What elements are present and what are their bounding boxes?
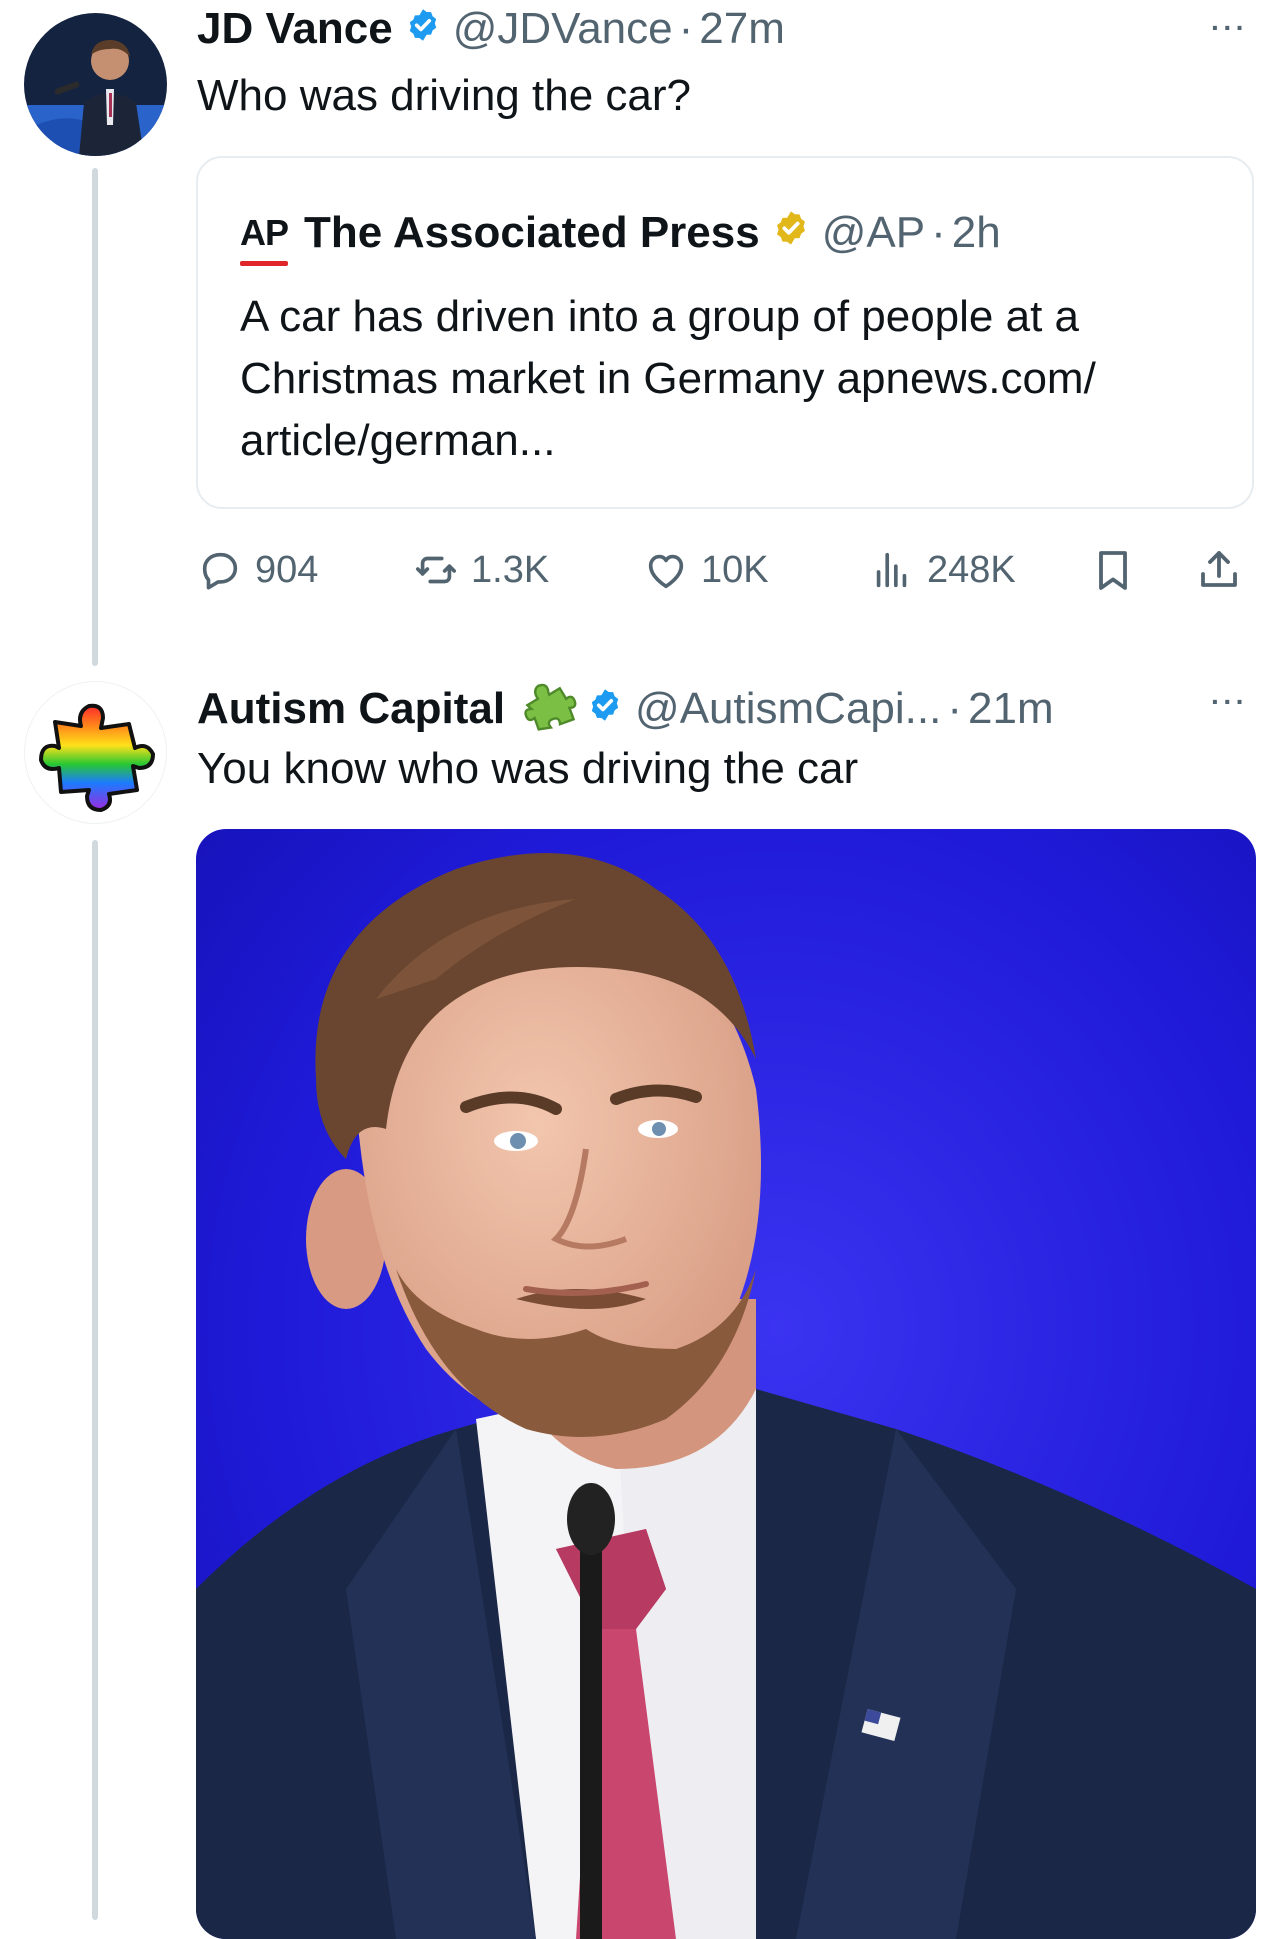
tweet-image[interactable] [196, 829, 1256, 1939]
views-icon [876, 552, 907, 588]
quoted-tweet-card[interactable]: AP The Associated Press @AP · 2h A car h… [196, 156, 1254, 509]
puzzle-piece-icon [519, 674, 577, 743]
quoted-author-handle: @AP [821, 208, 926, 257]
tweet-header: Autism Capital @AutismCapi... · 21m [197, 674, 1054, 743]
tweet-text: You know who was driving the car [197, 744, 859, 793]
bookmark-button[interactable] [1089, 543, 1149, 597]
verified-badge-icon [405, 4, 441, 54]
reply-button[interactable]: 904 [197, 543, 318, 597]
separator: · [678, 4, 694, 53]
bookmark-icon [1099, 551, 1127, 590]
share-button[interactable] [1195, 543, 1255, 597]
repost-count: 1.3K [471, 548, 550, 591]
more-options-icon[interactable]: ··· [1211, 12, 1248, 44]
more-options-icon[interactable]: ··· [1211, 686, 1248, 718]
ap-logo: AP [240, 212, 289, 266]
tweet-text: Who was driving the car? [197, 71, 691, 120]
reply-icon [202, 552, 238, 590]
views-button[interactable]: 248K [869, 543, 1016, 597]
like-button[interactable]: 10K [643, 543, 769, 597]
author-handle[interactable]: @JDVance [453, 4, 673, 54]
heart-icon [648, 554, 684, 589]
author-name[interactable]: JD Vance [197, 4, 393, 54]
thread-line-bottom [92, 840, 98, 1920]
like-count: 10K [701, 548, 769, 591]
quoted-tweet-header: AP The Associated Press @AP · 2h [240, 208, 1001, 266]
author-name[interactable]: Autism Capital [197, 684, 505, 734]
verified-badge-icon [587, 684, 623, 734]
author-handle[interactable]: @AutismCapi... [635, 684, 941, 734]
verified-org-badge-icon [772, 208, 810, 258]
timestamp[interactable]: 27m [699, 4, 785, 54]
thread-line-top [92, 168, 98, 666]
views-count: 248K [927, 548, 1016, 591]
separator: · [931, 208, 946, 257]
separator: · [947, 683, 963, 733]
avatar-autismcapital[interactable] [24, 681, 167, 824]
quoted-author-name: The Associated Press [304, 208, 760, 257]
avatar-jdvance[interactable] [24, 13, 167, 156]
quoted-tweet-text: A car has driven into a group of people … [240, 292, 1096, 465]
repost-icon [415, 556, 457, 584]
quoted-timestamp: 2h [951, 208, 1001, 257]
tweet-actions-bar: 904 1.3K 10K 248K [197, 543, 1257, 597]
tweet-header: JD Vance @JDVance · 27m [197, 4, 785, 54]
timestamp[interactable]: 21m [968, 684, 1054, 734]
share-icon [1201, 551, 1237, 587]
reply-count: 904 [255, 548, 319, 591]
repost-button[interactable]: 1.3K [413, 543, 549, 597]
